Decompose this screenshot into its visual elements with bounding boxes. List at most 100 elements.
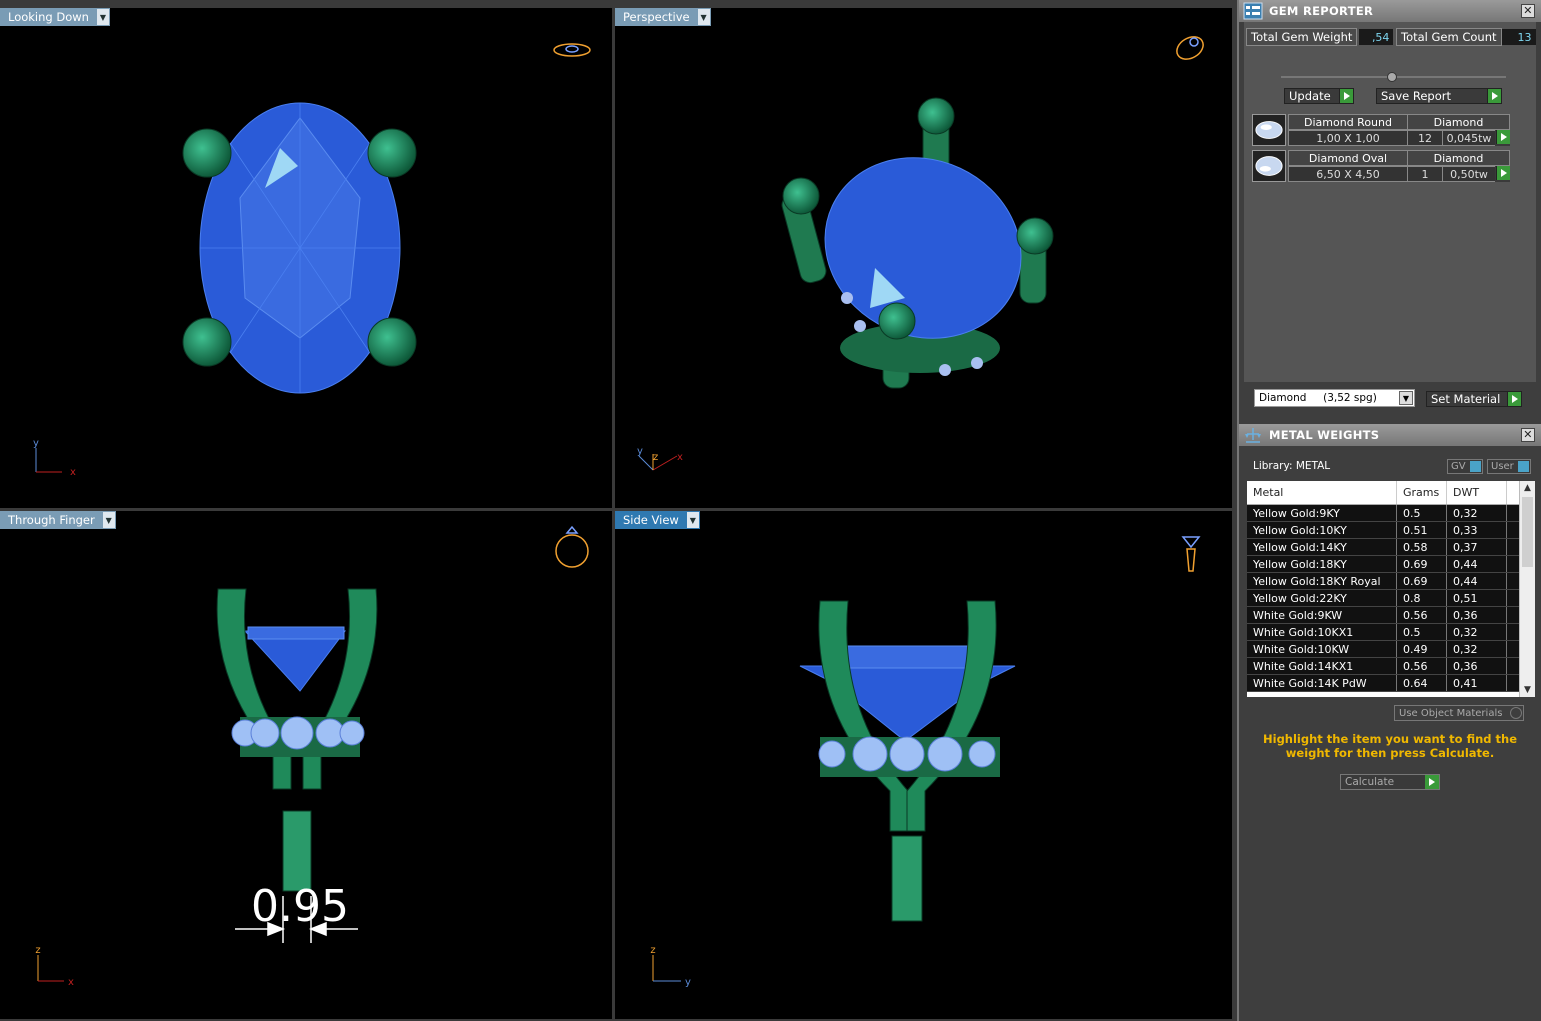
- viewport-looking-down[interactable]: y x Looking Down ▼: [0, 8, 612, 508]
- viewport-header[interactable]: Through Finger ▼: [0, 511, 116, 529]
- table-row[interactable]: Yellow Gold:14KY 0.58 0,37: [1247, 539, 1535, 556]
- cell-dwt: 0,32: [1447, 505, 1507, 521]
- gv-toggle[interactable]: GV: [1447, 459, 1483, 474]
- table-row[interactable]: White Gold:14K PdW 0.64 0,41: [1247, 675, 1535, 692]
- viewport-title: Perspective: [623, 10, 690, 24]
- cell-dwt: 0,44: [1447, 556, 1507, 572]
- cell-metal: White Gold:10KX1: [1247, 624, 1397, 640]
- viewport-header[interactable]: Side View ▼: [615, 511, 700, 529]
- viewport-title: Looking Down: [8, 10, 89, 24]
- cell-metal: Yellow Gold:18KY Royal: [1247, 573, 1397, 589]
- radio-icon: [1510, 707, 1522, 719]
- gem-material: Diamond: [1407, 150, 1510, 166]
- table-row[interactable]: Yellow Gold:9KY 0.5 0,32: [1247, 505, 1535, 522]
- gem-row-go-button[interactable]: [1495, 166, 1510, 182]
- metal-table[interactable]: Metal Grams DWT Yellow Gold:9KY 0.5 0,32 Ye…: [1247, 481, 1535, 697]
- viewport-through-finger[interactable]: 0.95 z x Through Finger ▼: [0, 511, 612, 1019]
- through-finger-render: 0.95 z x: [35, 525, 589, 988]
- close-icon[interactable]: ✕: [1521, 4, 1535, 18]
- play-icon: [1507, 392, 1521, 406]
- viewport-header[interactable]: Looking Down ▼: [0, 8, 110, 26]
- cell-grams: 0.49: [1397, 641, 1447, 657]
- cell-metal: White Gold:14KX1: [1247, 658, 1397, 674]
- table-row[interactable]: Yellow Gold:18KY 0.69 0,44: [1247, 556, 1535, 573]
- table-row[interactable]: White Gold:10KW 0.49 0,32: [1247, 641, 1535, 658]
- chevron-up-icon[interactable]: ▲: [1520, 481, 1535, 495]
- gem-size: 6,50 X 4,50: [1288, 166, 1408, 182]
- cell-metal: Yellow Gold:10KY: [1247, 522, 1397, 538]
- metal-weights-titlebar[interactable]: METAL WEIGHTS ✕: [1239, 424, 1541, 446]
- scrollbar-thumb[interactable]: [1522, 497, 1533, 567]
- set-material-label: Set Material: [1431, 392, 1501, 406]
- table-row[interactable]: Yellow Gold:22KY 0.8 0,51: [1247, 590, 1535, 607]
- metal-table-header: Metal Grams DWT: [1247, 481, 1535, 505]
- cell-grams: 0.69: [1397, 573, 1447, 589]
- measurement-label: 0.95: [251, 881, 349, 932]
- axis-y-label: y: [685, 977, 691, 988]
- cell-grams: 0.5: [1397, 624, 1447, 640]
- total-weight-label: Total Gem Weight: [1246, 28, 1358, 46]
- play-icon: [1487, 89, 1501, 103]
- cell-metal: White Gold:9KW: [1247, 607, 1397, 623]
- gem-reporter-titlebar[interactable]: GEM REPORTER ✕: [1239, 0, 1541, 22]
- table-row[interactable]: Yellow Gold:18KY Royal 0.69 0,44: [1247, 573, 1535, 590]
- metal-table-body: Yellow Gold:9KY 0.5 0,32 Yellow Gold:10KY 0.…: [1247, 505, 1535, 692]
- total-count-field: Total Gem Count 13: [1396, 28, 1536, 46]
- viewport-header[interactable]: Perspective ▼: [615, 8, 711, 26]
- use-object-materials-label: Use Object Materials: [1399, 707, 1503, 719]
- update-button-label: Update: [1289, 89, 1331, 103]
- material-select[interactable]: Diamond (3,52 spg) ▼: [1254, 389, 1415, 407]
- cell-metal: Yellow Gold:9KY: [1247, 505, 1397, 521]
- cell-grams: 0.64: [1397, 675, 1447, 691]
- calculate-label: Calculate: [1345, 776, 1395, 788]
- gem-row[interactable]: Diamond Round Diamond 1,00 X 1,00 12 0,0…: [1252, 114, 1512, 148]
- cell-grams: 0.56: [1397, 658, 1447, 674]
- gem-count: 1: [1407, 166, 1443, 182]
- looking-down-render: y x: [33, 43, 591, 478]
- axis-y-label: y: [33, 438, 39, 449]
- chevron-down-icon[interactable]: ▼: [96, 9, 109, 25]
- gem-name: Diamond Oval: [1288, 150, 1408, 166]
- chevron-down-icon[interactable]: ▼: [102, 512, 115, 528]
- material-select-value: Diamond (3,52 spg): [1259, 392, 1377, 404]
- table-row[interactable]: Yellow Gold:10KY 0.51 0,33: [1247, 522, 1535, 539]
- gem-row[interactable]: Diamond Oval Diamond 6,50 X 4,50 1 0,50t…: [1252, 150, 1512, 184]
- save-report-label: Save Report: [1381, 89, 1452, 103]
- viewport-title: Through Finger: [8, 513, 95, 527]
- viewport-side-view[interactable]: z y Side View ▼: [615, 511, 1232, 1019]
- gem-row-go-button[interactable]: [1495, 130, 1510, 146]
- chevron-down-icon[interactable]: ▼: [697, 9, 710, 25]
- user-toggle-label: User: [1491, 461, 1514, 472]
- chevron-down-icon[interactable]: ▼: [686, 512, 699, 528]
- cell-metal: White Gold:14K PdW: [1247, 675, 1397, 691]
- column-header-grams[interactable]: Grams: [1397, 481, 1447, 504]
- gem-reporter-title: GEM REPORTER: [1269, 4, 1374, 18]
- axis-z-label: z: [35, 945, 40, 956]
- play-icon: [1339, 89, 1353, 103]
- play-icon: [1496, 130, 1510, 144]
- total-weight-field: Total Gem Weight ,54: [1246, 28, 1394, 46]
- viewport-perspective[interactable]: y z x Perspective ▼: [615, 8, 1232, 508]
- user-toggle[interactable]: User: [1487, 459, 1531, 474]
- save-report-button[interactable]: Save Report: [1376, 88, 1502, 104]
- chevron-down-icon[interactable]: ▼: [1399, 391, 1413, 405]
- cell-dwt: 0,32: [1447, 641, 1507, 657]
- scrollbar[interactable]: ▲ ▼: [1519, 481, 1535, 697]
- column-header-metal[interactable]: Metal: [1247, 481, 1397, 504]
- slider-handle[interactable]: [1387, 72, 1397, 82]
- play-icon: [1425, 775, 1439, 789]
- table-row[interactable]: White Gold:9KW 0.56 0,36: [1247, 607, 1535, 624]
- update-button[interactable]: Update: [1284, 88, 1354, 104]
- side-panel: GEM REPORTER ✕ Total Gem Weight ,54 Tota…: [1237, 0, 1541, 1021]
- chevron-down-icon[interactable]: ▼: [1520, 683, 1535, 697]
- calculate-button[interactable]: Calculate: [1340, 774, 1440, 790]
- total-weight-value: ,54: [1359, 29, 1394, 45]
- toggle-indicator: [1518, 461, 1529, 472]
- use-object-materials-toggle[interactable]: Use Object Materials: [1394, 705, 1524, 721]
- table-row[interactable]: White Gold:14KX1 0.56 0,36: [1247, 658, 1535, 675]
- close-icon[interactable]: ✕: [1521, 428, 1535, 442]
- cell-dwt: 0,37: [1447, 539, 1507, 555]
- column-header-dwt[interactable]: DWT: [1447, 481, 1507, 504]
- table-row[interactable]: White Gold:10KX1 0.5 0,32: [1247, 624, 1535, 641]
- set-material-button[interactable]: Set Material: [1426, 391, 1522, 407]
